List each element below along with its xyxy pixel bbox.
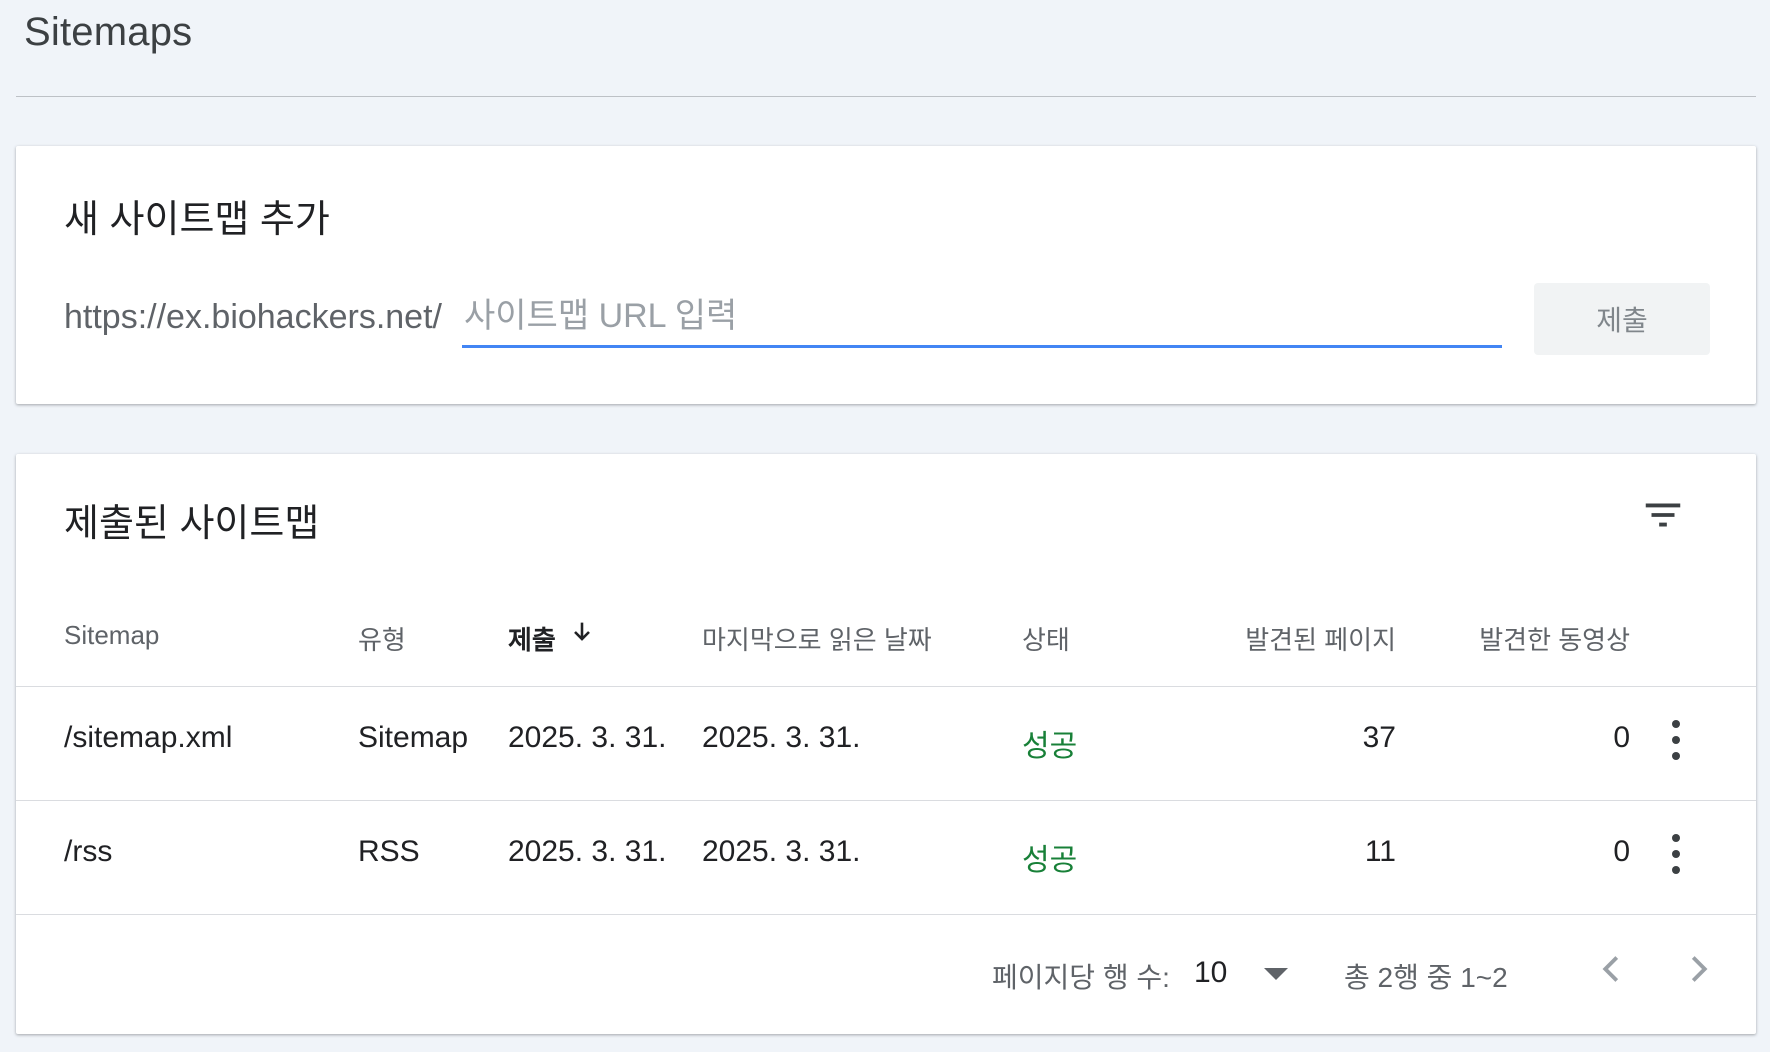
table-row[interactable]: /sitemap.xml Sitemap 2025. 3. 31. 2025. …: [16, 688, 1756, 800]
cell-videos: 0: [1613, 721, 1630, 754]
submitted-sitemaps-card: 제출된 사이트맵 Sitemap 유형 제출 마지막으로 읽은 날짜 상태 발견…: [16, 454, 1756, 1034]
rows-per-page-label: 페이지당 행 수:: [992, 962, 1170, 993]
cell-pages: 11: [1364, 835, 1396, 868]
add-sitemap-card: 새 사이트맵 추가 https://ex.biohackers.net/ 제출: [16, 146, 1756, 404]
cell-submitted: 2025. 3. 31.: [508, 721, 667, 754]
rows-per-page-select[interactable]: 10: [1194, 950, 1304, 996]
title-divider: [16, 96, 1756, 97]
pagination-range: 총 2행 중 1~2: [1344, 962, 1508, 993]
submitted-sitemaps-title: 제출된 사이트맵: [64, 503, 320, 545]
add-sitemap-title: 새 사이트맵 추가: [64, 199, 330, 241]
page-title: Sitemaps: [24, 10, 193, 54]
dropdown-caret-icon: [1264, 968, 1288, 980]
col-header-type[interactable]: 유형: [358, 620, 406, 657]
col-header-status[interactable]: 상태: [1022, 620, 1070, 657]
arrow-down-icon[interactable]: [568, 618, 596, 646]
row-divider: [16, 914, 1756, 915]
cell-pages: 37: [1362, 721, 1396, 754]
url-prefix: https://ex.biohackers.net/: [64, 298, 442, 336]
cell-videos: 0: [1613, 835, 1630, 868]
col-header-submitted[interactable]: 제출: [508, 620, 556, 657]
cell-last-read: 2025. 3. 31.: [702, 835, 861, 868]
row-divider: [16, 800, 1756, 801]
more-vert-icon[interactable]: [1668, 830, 1684, 878]
cell-status: 성공: [1022, 844, 1078, 877]
cell-type: Sitemap: [358, 721, 469, 754]
submit-button[interactable]: 제출: [1534, 283, 1710, 355]
cell-status: 성공: [1022, 730, 1078, 763]
cell-sitemap: /sitemap.xml: [64, 721, 233, 754]
cell-sitemap: /rss: [64, 835, 113, 868]
filter-icon[interactable]: [1640, 492, 1686, 538]
sitemap-url-input[interactable]: [462, 288, 1502, 348]
col-header-sitemap[interactable]: Sitemap: [64, 620, 159, 651]
chevron-left-icon[interactable]: [1588, 946, 1634, 992]
cell-type: RSS: [358, 835, 420, 868]
cell-submitted: 2025. 3. 31.: [508, 835, 667, 868]
more-vert-icon[interactable]: [1668, 716, 1684, 764]
chevron-right-icon[interactable]: [1676, 946, 1722, 992]
table-row[interactable]: /rss RSS 2025. 3. 31. 2025. 3. 31. 성공 11…: [16, 802, 1756, 914]
cell-last-read: 2025. 3. 31.: [702, 721, 861, 754]
rows-per-page-value: 10: [1194, 956, 1228, 989]
col-header-pages[interactable]: 발견된 페이지: [1226, 620, 1396, 657]
header-divider: [16, 686, 1756, 687]
col-header-videos[interactable]: 발견한 동영상: [1460, 620, 1630, 657]
col-header-last-read[interactable]: 마지막으로 읽은 날짜: [702, 620, 932, 657]
